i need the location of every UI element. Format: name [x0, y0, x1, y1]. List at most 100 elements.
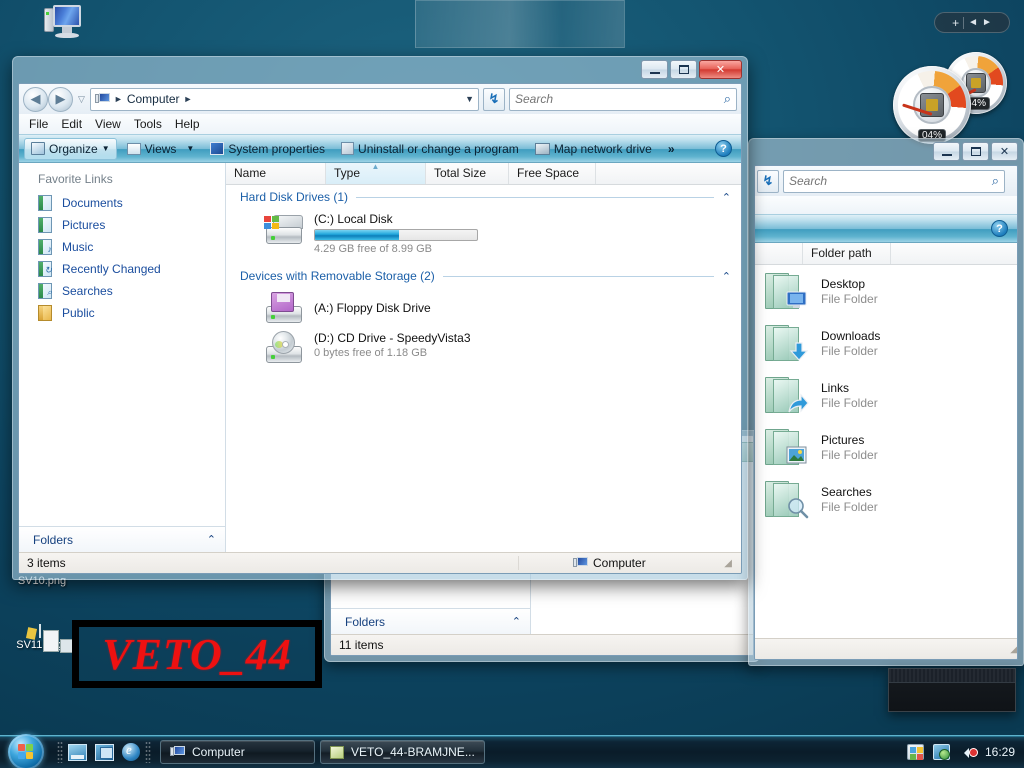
close-button[interactable]: ✕: [699, 60, 742, 79]
back-button[interactable]: ◀: [23, 86, 48, 112]
views-button[interactable]: Views ▼: [121, 139, 201, 159]
column-header-filler[interactable]: [596, 163, 741, 184]
chevron-down-icon[interactable]: ▼: [186, 144, 194, 153]
group-header[interactable]: Hard Disk Drives (1) ⌃: [240, 190, 731, 204]
menu-item-edit[interactable]: Edit: [61, 117, 82, 131]
right-minimize-button[interactable]: [933, 142, 960, 161]
command-bar[interactable]: Organize ▼ Views ▼ System properties Uni…: [19, 134, 741, 163]
system-properties-button[interactable]: System properties: [204, 139, 331, 159]
sidebar-item-pictures[interactable]: Pictures: [19, 214, 225, 236]
gadget-add-icon[interactable]: +: [952, 16, 959, 30]
minimize-button[interactable]: [641, 60, 668, 79]
quick-launch-grip[interactable]: [57, 741, 63, 763]
network-icon[interactable]: [932, 744, 950, 760]
drive-item-cd[interactable]: (D:) CD Drive - SpeedyVista3 0 bytes fre…: [264, 331, 516, 365]
quick-launch-bar[interactable]: [68, 742, 140, 761]
chevron-down-icon[interactable]: ▼: [102, 144, 110, 153]
help-icon[interactable]: ?: [715, 140, 732, 157]
overflow-button[interactable]: »: [662, 139, 681, 159]
address-dropdown-icon[interactable]: ▼: [465, 94, 474, 104]
recent-pages-dropdown-icon[interactable]: ▽: [77, 94, 86, 105]
breadcrumb-computer[interactable]: Computer: [127, 92, 180, 106]
address-bar[interactable]: ► Computer ► ▼: [89, 87, 479, 111]
refresh-button[interactable]: ↯: [483, 87, 505, 111]
right-column-header[interactable]: Folder path: [755, 243, 1017, 265]
uninstall-program-button[interactable]: Uninstall or change a program: [335, 139, 525, 159]
right-column-blank[interactable]: [755, 243, 803, 264]
breadcrumb-separator[interactable]: ►: [184, 94, 193, 104]
organize-button[interactable]: Organize ▼: [24, 137, 117, 160]
taskbar-grip[interactable]: [145, 741, 151, 763]
sidebar-item-searches[interactable]: ⌕ Searches: [19, 280, 225, 302]
list-item[interactable]: Pictures File Folder: [755, 421, 1017, 473]
column-header-row[interactable]: Name ▲ Type Total Size Free Space: [226, 162, 741, 185]
folders-bar[interactable]: Folders ⌃: [19, 526, 225, 552]
menu-item-file[interactable]: File: [29, 117, 48, 131]
right-window-titlebar[interactable]: ✕: [754, 142, 1018, 165]
resize-grip[interactable]: ◢: [1010, 644, 1017, 655]
drive-item-local-disk[interactable]: (C:) Local Disk 4.29 GB free of 8.99 GB: [264, 212, 514, 255]
right-file-list[interactable]: Desktop File Folder Downloads File Folde…: [755, 265, 1017, 638]
background-folders-bar[interactable]: Folders ⌃: [331, 608, 530, 634]
right-search-input[interactable]: [789, 174, 992, 188]
right-column-filler[interactable]: [891, 243, 1017, 264]
forward-button[interactable]: ▶: [48, 86, 73, 112]
console-window[interactable]: [888, 668, 1016, 712]
menu-item-tools[interactable]: Tools: [134, 117, 162, 131]
column-header-total-size[interactable]: Total Size: [426, 163, 509, 184]
drive-item-floppy[interactable]: (A:) Floppy Disk Drive: [264, 291, 514, 325]
cpu-meter-gauge[interactable]: 04%: [893, 66, 971, 144]
show-desktop-icon[interactable]: [68, 743, 87, 761]
volume-muted-icon[interactable]: [959, 744, 978, 760]
sidebar-item-music[interactable]: ♪ Music: [19, 236, 225, 258]
right-maximize-button[interactable]: [962, 142, 989, 161]
taskbar-item-computer[interactable]: Computer: [160, 740, 315, 764]
sidebar-item-documents[interactable]: Documents: [19, 192, 225, 214]
list-item[interactable]: Downloads File Folder: [755, 317, 1017, 369]
taskbar-item-veto[interactable]: VETO_44-BRAMJNE...: [320, 740, 485, 764]
menu-bar[interactable]: File Edit View Tools Help: [19, 114, 741, 134]
sidebar-item-public[interactable]: Public: [19, 302, 225, 324]
flip-3d-icon[interactable]: [95, 743, 114, 761]
search-input[interactable]: [515, 92, 724, 106]
chevron-up-icon[interactable]: ⌃: [512, 615, 521, 628]
task-list[interactable]: Computer VETO_44-BRAMJNE...: [160, 740, 485, 764]
right-column-folder-path[interactable]: Folder path: [803, 243, 891, 264]
computer-explorer-window[interactable]: ✕ ◀ ▶ ▽ ► Computer ► ▼ ↯ ⌕: [12, 56, 748, 580]
group-header[interactable]: Devices with Removable Storage (2) ⌃: [240, 269, 731, 283]
map-network-drive-button[interactable]: Map network drive: [529, 139, 658, 159]
right-explorer-window[interactable]: ✕ ↯ ⌕ ? Folder path: [748, 138, 1024, 666]
clock[interactable]: 16:29: [985, 745, 1015, 759]
chevron-up-icon[interactable]: ⌃: [722, 270, 731, 283]
start-button[interactable]: [2, 733, 52, 768]
search-icon[interactable]: ⌕: [724, 91, 731, 107]
search-icon[interactable]: ⌕: [992, 173, 999, 189]
chevron-up-icon[interactable]: ⌃: [207, 533, 216, 546]
sidebar-item-recently-changed[interactable]: ↻ Recently Changed: [19, 258, 225, 280]
security-center-icon[interactable]: [906, 744, 924, 760]
right-search-box[interactable]: ⌕: [783, 169, 1005, 193]
list-item[interactable]: Links File Folder: [755, 369, 1017, 421]
right-command-bar[interactable]: ?: [755, 214, 1017, 243]
gadget-prev-icon[interactable]: ◄: [968, 17, 978, 28]
list-item[interactable]: Searches File Folder: [755, 473, 1017, 525]
gadget-next-icon[interactable]: ►: [982, 17, 992, 28]
column-header-free-space[interactable]: Free Space: [509, 163, 596, 184]
system-tray[interactable]: 16:29: [906, 744, 1024, 760]
desktop-icon-sv11[interactable]: SV11.png: [3, 624, 77, 653]
internet-explorer-icon[interactable]: [122, 742, 140, 761]
search-box[interactable]: ⌕: [509, 87, 737, 111]
menu-item-view[interactable]: View: [95, 117, 121, 131]
list-item[interactable]: Desktop File Folder: [755, 265, 1017, 317]
menu-item-help[interactable]: Help: [175, 117, 200, 131]
column-header-type[interactable]: ▲ Type: [326, 162, 426, 184]
gadget-toolbar[interactable]: + ◄ ►: [934, 12, 1010, 33]
right-close-button[interactable]: ✕: [991, 142, 1018, 161]
chevron-up-icon[interactable]: ⌃: [722, 191, 731, 204]
column-header-name[interactable]: Name: [226, 163, 326, 184]
console-titlebar[interactable]: [889, 669, 1015, 683]
right-help-icon[interactable]: ?: [991, 220, 1008, 237]
desktop-icon-computer[interactable]: [5, 3, 81, 38]
right-refresh-button[interactable]: ↯: [757, 169, 779, 193]
overflow-icon[interactable]: »: [668, 142, 675, 156]
